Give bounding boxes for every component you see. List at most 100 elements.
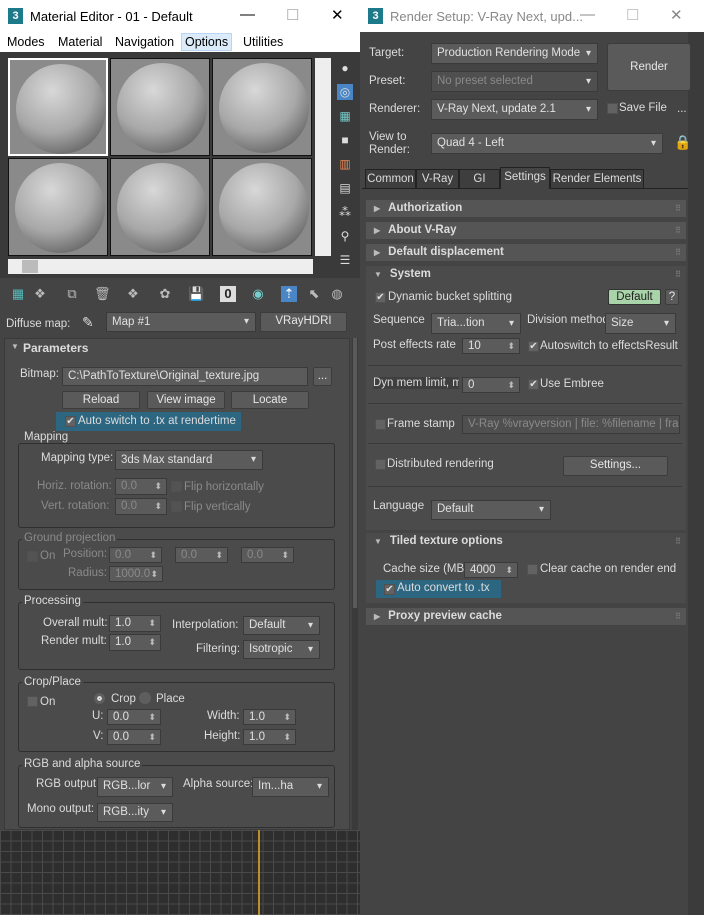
interpolation-dropdown[interactable]: Default xyxy=(243,616,320,635)
height-spinner[interactable]: 1.0 xyxy=(243,729,296,745)
auto-convert-tx-checkbox[interactable]: ✔ Auto convert to .tx xyxy=(376,580,501,598)
render-button[interactable]: Render xyxy=(607,43,691,91)
target-dropdown[interactable]: Production Rendering Mode xyxy=(431,43,598,64)
assign-material-icon[interactable]: ⧉ xyxy=(64,286,80,302)
video-color-icon[interactable]: ▥ xyxy=(337,156,353,172)
vertical-scrollbar[interactable] xyxy=(315,58,331,256)
maximize-button[interactable]: ☐ xyxy=(626,6,639,24)
vert-rotation-spinner[interactable]: 0.0 xyxy=(115,498,167,515)
map-name-dropdown[interactable]: Map #1 xyxy=(106,312,256,332)
place-radio[interactable] xyxy=(139,692,151,704)
go-forward-sibling-icon[interactable]: ⬉ xyxy=(306,286,322,302)
rollout-tiled-texture-options[interactable]: ▼ Tiled texture options ⠿ xyxy=(366,533,686,550)
delete-icon[interactable]: 🗑 xyxy=(94,286,111,302)
minimize-button[interactable]: — xyxy=(580,6,595,23)
sample-slot[interactable] xyxy=(212,58,312,156)
make-copy-icon[interactable]: ❖ xyxy=(125,286,141,302)
menu-navigation[interactable]: Navigation xyxy=(115,35,174,49)
ground-on-checkbox[interactable] xyxy=(27,551,38,562)
close-button[interactable]: ✕ xyxy=(331,6,344,24)
menu-modes[interactable]: Modes xyxy=(7,35,45,49)
dyn-mem-limit-spinner[interactable]: 0 xyxy=(462,377,520,393)
mono-output-dropdown[interactable]: RGB...ity xyxy=(97,803,173,822)
menu-material[interactable]: Material xyxy=(58,35,102,49)
width-spinner[interactable]: 1.0 xyxy=(243,709,296,725)
horizontal-scrollbar[interactable] xyxy=(8,259,313,274)
material-id-icon[interactable]: 0 xyxy=(220,286,236,302)
render-setup-scrollbar[interactable] xyxy=(688,32,704,915)
browse-button[interactable]: ... xyxy=(313,367,332,386)
distributed-settings-button[interactable]: Settings... xyxy=(563,456,668,476)
default-button[interactable]: Default xyxy=(608,289,661,305)
preset-dropdown[interactable]: No preset selected xyxy=(431,71,598,92)
save-file-checkbox[interactable] xyxy=(607,103,618,114)
flip-vertically-checkbox[interactable] xyxy=(171,501,182,512)
sample-slot[interactable] xyxy=(212,158,312,256)
division-method-dropdown[interactable]: Size xyxy=(605,313,676,334)
sample-uv-icon[interactable]: ■ xyxy=(337,132,353,148)
sequence-dropdown[interactable]: Tria...tion xyxy=(431,313,521,334)
sample-slot[interactable] xyxy=(8,58,108,156)
rollout-proxy-preview-cache[interactable]: ▶ Proxy preview cache ⠿ xyxy=(366,608,686,625)
flip-horizontally-checkbox[interactable] xyxy=(171,481,182,492)
position-x-spinner[interactable]: 0.0 xyxy=(109,547,162,563)
position-y-spinner[interactable]: 0.0 xyxy=(175,547,228,563)
put-to-scene-icon[interactable]: ❖ xyxy=(32,286,48,302)
view-to-render-dropdown[interactable]: Quad 4 - Left xyxy=(431,133,663,154)
close-button[interactable]: ✕ xyxy=(670,6,683,24)
render-mult-spinner[interactable]: 1.0 xyxy=(109,634,161,651)
get-material-icon[interactable]: ▦ xyxy=(10,286,26,302)
frame-stamp-field[interactable]: V-Ray %vrayversion | file: %filename | f… xyxy=(462,415,680,434)
view-image-button[interactable]: View image xyxy=(147,391,225,409)
sample-slot[interactable] xyxy=(8,158,108,256)
pick-material-icon[interactable]: ◍ xyxy=(329,286,345,302)
make-preview-icon[interactable]: ▤ xyxy=(337,180,353,196)
parameters-scrollbar[interactable] xyxy=(352,338,358,830)
rollout-system[interactable]: ▼ System ⠿ xyxy=(366,266,686,283)
renderer-dropdown[interactable]: V-Ray Next, update 2.1 xyxy=(431,99,598,120)
material-map-navigator-icon[interactable]: ☰ xyxy=(337,252,353,268)
go-to-parent-icon[interactable]: ⇡ xyxy=(281,286,297,302)
lock-icon[interactable]: 🔒 xyxy=(674,134,691,151)
crop-on-checkbox[interactable] xyxy=(27,696,38,707)
backlight-icon[interactable]: ◎ xyxy=(337,84,353,100)
language-dropdown[interactable]: Default xyxy=(431,500,551,520)
crop-radio[interactable] xyxy=(94,693,105,704)
make-unique-icon[interactable]: ✿ xyxy=(157,286,173,302)
rollout-about-vray[interactable]: ▶ About V-Ray ⠿ xyxy=(366,222,686,239)
tab-settings[interactable]: Settings xyxy=(500,167,550,189)
background-icon[interactable]: ▦ xyxy=(337,108,353,124)
show-in-viewport-icon[interactable]: ◉ xyxy=(250,286,266,302)
post-effects-rate-spinner[interactable]: 10 xyxy=(462,338,520,354)
options-icon[interactable]: ⁂ xyxy=(337,204,353,220)
menu-options[interactable]: Options xyxy=(181,33,233,51)
save-to-library-icon[interactable]: 💾 xyxy=(188,286,204,302)
tab-render-elements[interactable]: Render Elements xyxy=(550,169,644,189)
tab-vray[interactable]: V-Ray xyxy=(416,169,459,189)
sample-slot[interactable] xyxy=(110,158,210,256)
v-spinner[interactable]: 0.0 xyxy=(107,729,161,745)
reload-button[interactable]: Reload xyxy=(62,391,140,409)
overall-mult-spinner[interactable]: 1.0 xyxy=(109,615,161,632)
maximize-button[interactable]: ☐ xyxy=(286,6,299,24)
eyedropper-icon[interactable]: ✎ xyxy=(82,314,94,331)
horiz-rotation-spinner[interactable]: 0.0 xyxy=(115,478,167,495)
clear-cache-checkbox[interactable] xyxy=(527,564,538,575)
filtering-dropdown[interactable]: Isotropic xyxy=(243,640,320,659)
tab-gi[interactable]: GI xyxy=(459,169,500,189)
sample-slot[interactable] xyxy=(110,58,210,156)
rgb-output-dropdown[interactable]: RGB...lor xyxy=(97,777,173,797)
autoswitch-checkbox[interactable]: ✔ xyxy=(528,341,539,352)
parameters-title[interactable]: Parameters xyxy=(23,341,88,355)
select-by-material-icon[interactable]: ⚲ xyxy=(337,228,353,244)
u-spinner[interactable]: 0.0 xyxy=(107,709,161,725)
frame-stamp-checkbox[interactable] xyxy=(375,419,386,430)
sample-type-icon[interactable]: ● xyxy=(337,60,353,76)
bitmap-path-field[interactable]: C:\PathToTexture\Original_texture.jpg xyxy=(62,367,308,386)
auto-switch-tx-checkbox[interactable]: ✔ Auto switch to .tx at rendertime xyxy=(56,412,241,431)
distributed-rendering-checkbox[interactable] xyxy=(375,459,386,470)
dynamic-bucket-checkbox[interactable]: ✔ xyxy=(375,292,386,303)
save-file-options-button[interactable]: ... xyxy=(677,103,687,115)
help-button[interactable]: ? xyxy=(665,289,679,305)
cache-size-spinner[interactable]: 4000 xyxy=(464,562,518,578)
